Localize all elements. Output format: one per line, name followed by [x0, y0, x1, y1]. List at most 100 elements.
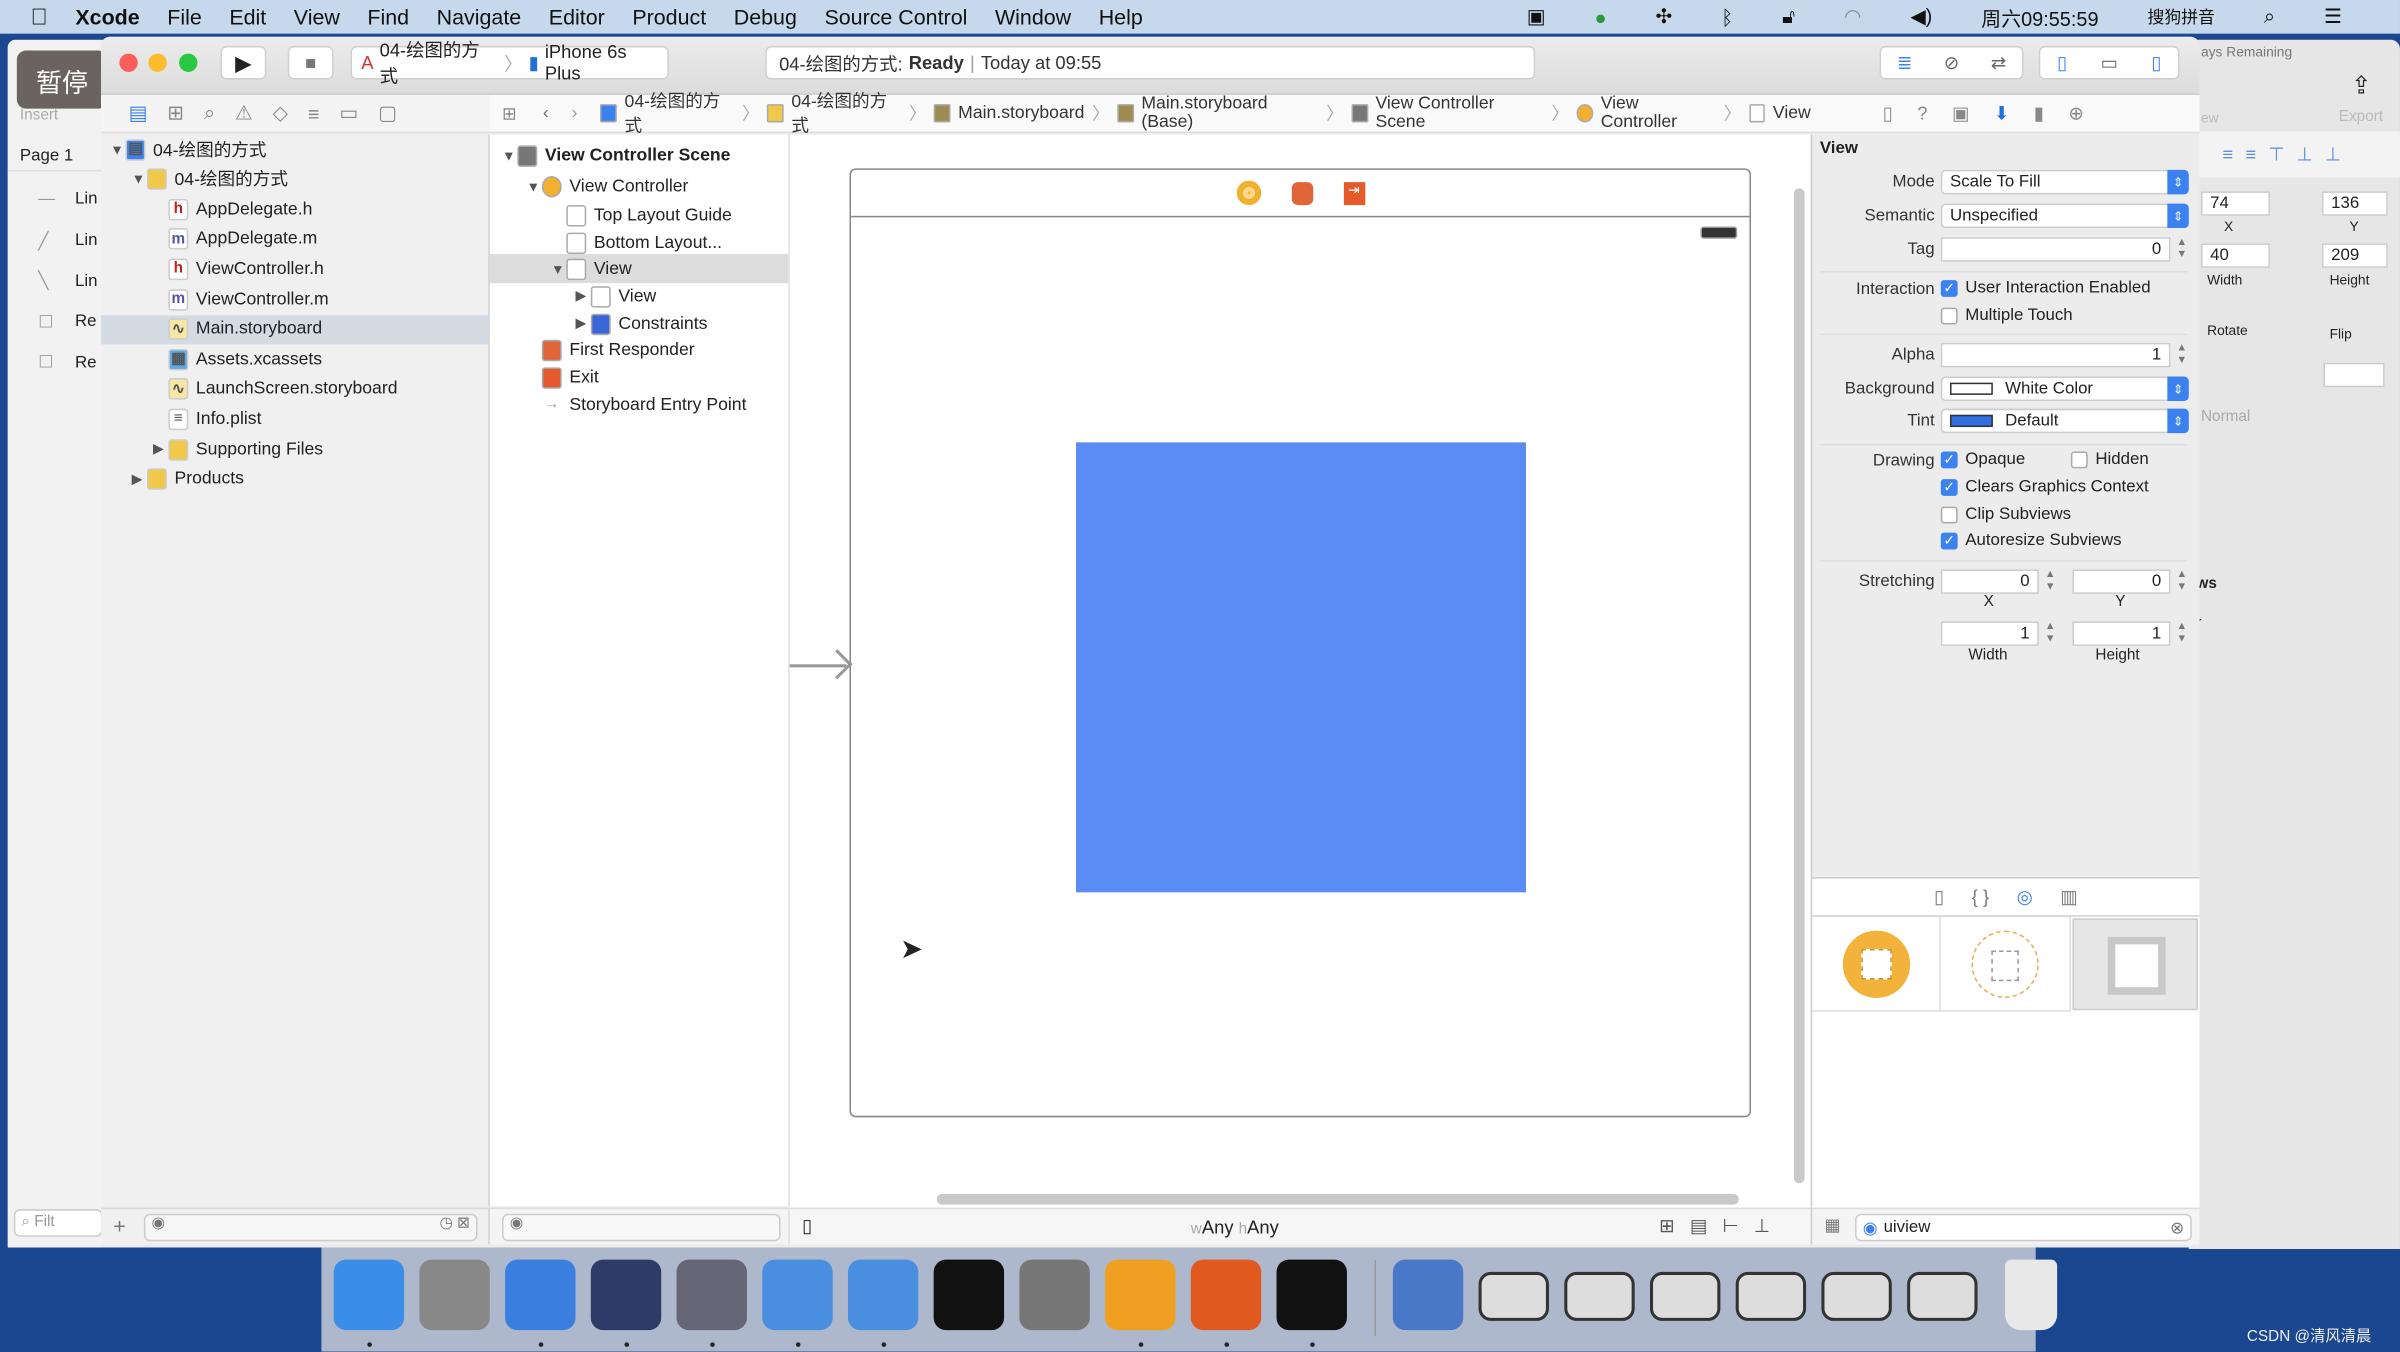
library-item-view-controller[interactable]	[1812, 916, 1941, 1012]
navigator-toggle-icon[interactable]: ▯	[2057, 52, 2067, 73]
first-responder-icon[interactable]	[1291, 181, 1313, 205]
notification-icon[interactable]: ☰	[2324, 5, 2342, 29]
view-toggle-group[interactable]: ▯ ▭ ▯	[2038, 45, 2180, 80]
blue-subview[interactable]	[1076, 442, 1527, 893]
menu-navigate[interactable]: Navigate	[437, 5, 522, 29]
autoresize-checkbox[interactable]: ✓ Autoresize Subviews	[1940, 531, 2122, 549]
semantic-select[interactable]: Unspecified ⇕	[1940, 203, 2189, 229]
outline-item[interactable]: ▶ View	[490, 282, 788, 311]
version-editor-icon[interactable]: ⇄	[1991, 52, 2006, 73]
clear-filter-icon[interactable]: ⊗	[2170, 1218, 2184, 1237]
disclosure-open-icon[interactable]: ▼	[110, 142, 125, 157]
minimized-window-dock-icon[interactable]	[1907, 1271, 1978, 1321]
jump-bar-item[interactable]: 04-绘图的方式	[625, 89, 735, 138]
checkbox-unchecked-icon[interactable]	[1940, 306, 1958, 324]
menu-help[interactable]: Help	[1099, 5, 1143, 29]
hidden-checkbox[interactable]: Hidden	[2070, 450, 2149, 468]
stretch-height-stepper[interactable]: ▲ ▼	[2175, 621, 2189, 645]
frame-width[interactable]: 40	[2201, 243, 2270, 268]
size-class-selector[interactable]: wAny hAny	[1191, 1217, 1279, 1238]
user-interaction-checkbox[interactable]: ✓ User Interaction Enabled	[1940, 279, 2151, 297]
tint-select[interactable]: Default ⇕	[1940, 408, 2189, 434]
horizontal-scrollbar[interactable]	[936, 1193, 1739, 1205]
menu-find[interactable]: Find	[367, 5, 409, 29]
disclosure-closed-icon[interactable]: ▶	[153, 441, 168, 458]
library-filter-input[interactable]: ◉ uiview ⊗	[1855, 1213, 2192, 1242]
xcode-beta-dock-icon[interactable]	[847, 1259, 919, 1331]
checkbox-checked-icon[interactable]: ✓	[1940, 279, 1958, 297]
apple-icon[interactable]: 	[31, 4, 48, 30]
menu-file[interactable]: File	[167, 5, 202, 29]
disclosure-open-icon[interactable]: ▼	[132, 172, 147, 187]
menu-editor[interactable]: Editor	[549, 5, 605, 29]
stretch-width-field[interactable]: 1	[1940, 621, 2039, 646]
scene-frame[interactable]: ⇥	[849, 168, 1752, 1118]
stretch-x-stepper[interactable]: ▲ ▼	[2043, 569, 2057, 593]
nav-item[interactable]: h AppDelegate.h	[101, 195, 488, 224]
attributes-inspector-icon[interactable]: ⬇	[1994, 103, 2009, 124]
lock-icon[interactable]: 🔓︎	[1782, 5, 1795, 29]
minimized-window-dock-icon[interactable]	[1478, 1271, 1549, 1321]
layout-tools[interactable]: ⊞▤⊢⊥	[1659, 1215, 1785, 1236]
page-select[interactable]: Page 1	[20, 147, 73, 165]
clip-subviews-checkbox[interactable]: Clip Subviews	[1940, 505, 2071, 523]
outline-item[interactable]: Exit	[490, 363, 788, 392]
stretch-x-field[interactable]: 0	[1940, 569, 2039, 594]
tag-stepper[interactable]: ▲ ▼	[2175, 237, 2189, 261]
scheme-selector[interactable]: A 04-绘图的方式〉 ▮ iPhone 6s Plus	[350, 40, 669, 87]
disclosure-closed-icon[interactable]: ▶	[132, 471, 147, 488]
help-inspector-icon[interactable]: ?	[1917, 103, 1927, 124]
tag-field[interactable]: 0	[1940, 237, 2171, 262]
related-items-icon[interactable]: ⊞	[502, 103, 517, 124]
project-navigator-icon[interactable]: ▤	[129, 101, 148, 125]
fan-icon[interactable]: ✣	[1656, 5, 1673, 29]
debug-navigator-icon[interactable]: ≡	[308, 102, 320, 125]
frame-y[interactable]: 136	[2321, 191, 2388, 216]
debug-toggle-icon[interactable]: ▭	[2100, 52, 2117, 73]
stretch-y-field[interactable]: 0	[2072, 569, 2171, 594]
outline-item[interactable]: First Responder	[490, 335, 788, 364]
checkbox-checked-icon[interactable]: ✓	[1940, 478, 1958, 496]
jump-bar-item[interactable]: Main.storyboard	[958, 104, 1084, 122]
clears-context-checkbox[interactable]: ✓ Clears Graphics Context	[1940, 478, 2149, 496]
spotlight-icon[interactable]: ⌕	[2264, 5, 2275, 29]
disclosure-open-icon[interactable]: ▼	[551, 261, 566, 276]
app-status-icon[interactable]: ●	[1595, 5, 1607, 28]
symbol-navigator-icon[interactable]: ⊞	[167, 101, 184, 125]
trash-dock-icon[interactable]	[2005, 1259, 2058, 1331]
jump-bar-item[interactable]: 04-绘图的方式	[791, 89, 901, 138]
photo-slideshow-dock-icon[interactable]	[676, 1259, 747, 1331]
issue-navigator-icon[interactable]: ⚠	[235, 101, 253, 125]
jump-bar-item[interactable]: View Controller	[1601, 95, 1716, 132]
outline-item[interactable]: ▶ Constraints	[490, 309, 788, 338]
nav-item[interactable]: h ViewController.h	[101, 255, 488, 284]
minimized-window-dock-icon[interactable]	[1564, 1271, 1635, 1321]
menu-source-control[interactable]: Source Control	[824, 5, 967, 29]
stretch-width-stepper[interactable]: ▲ ▼	[2043, 621, 2057, 645]
sketch-dock-icon[interactable]	[1105, 1259, 1176, 1331]
menu-view[interactable]: View	[294, 5, 340, 29]
menu-product[interactable]: Product	[632, 5, 706, 29]
find-navigator-icon[interactable]: ⌕	[204, 101, 215, 125]
minimized-window-dock-icon[interactable]	[1735, 1271, 1807, 1321]
xcode-dock-icon[interactable]	[762, 1259, 833, 1331]
pause-overlay[interactable]: 暂停	[16, 50, 108, 109]
frame-x[interactable]: 74	[2201, 191, 2270, 216]
align-icons[interactable]: ≡≡⊤⊥⊥	[2188, 131, 2400, 178]
safari-dock-icon[interactable]	[505, 1259, 576, 1331]
export-label[interactable]: Export	[2339, 109, 2383, 126]
editor-mode-group[interactable]: ≣ ⊘ ⇄	[1879, 45, 2024, 80]
stretch-height-field[interactable]: 1	[2072, 621, 2171, 646]
console-dock-icon[interactable]	[1276, 1259, 1347, 1331]
filter-field[interactable]: ⌕ Filt	[13, 1209, 103, 1237]
checkbox-unchecked-icon[interactable]	[1940, 505, 1958, 523]
input-method[interactable]: 搜狗拼音	[2148, 5, 2215, 29]
forward-icon[interactable]: ›	[572, 104, 578, 122]
outline-item[interactable]: Bottom Layout...	[490, 228, 788, 257]
stretch-y-stepper[interactable]: ▲ ▼	[2175, 569, 2189, 593]
nav-item[interactable]: ▼ 04-绘图的方式	[101, 165, 488, 194]
minimized-window-dock-icon[interactable]	[1821, 1271, 1892, 1321]
run-button[interactable]: ▶	[220, 45, 267, 80]
stop-button[interactable]: ■	[287, 45, 334, 80]
multiple-touch-checkbox[interactable]: Multiple Touch	[1940, 306, 2073, 324]
